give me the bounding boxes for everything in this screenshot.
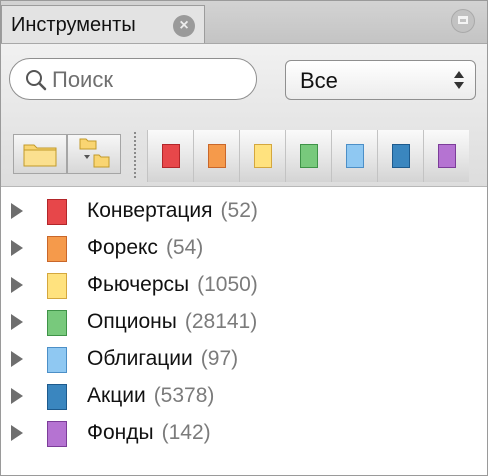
category-color-icon (392, 144, 410, 168)
category-color-icon (254, 144, 272, 168)
filter-select[interactable]: Все (285, 60, 476, 100)
folder-tree-button[interactable] (67, 134, 121, 174)
category-filter-button-3[interactable] (239, 130, 285, 182)
tree-row-count: (28141) (184, 310, 258, 333)
tree-row-forex[interactable]: Форекс (54) (1, 230, 487, 267)
tree-row-label: Фьючерсы (1050) (87, 273, 258, 296)
tree-row-count: (97) (200, 347, 239, 370)
disclosure-triangle-icon[interactable] (11, 425, 23, 441)
category-filter-button-1[interactable] (147, 130, 193, 182)
instruments-panel: Инструменты × Все (0, 0, 488, 476)
tab-title: Инструменты (11, 14, 136, 36)
folder-button[interactable] (13, 134, 67, 174)
category-color-icon (47, 310, 67, 336)
category-filter-button-2[interactable] (193, 130, 239, 182)
tree-row-count: (1050) (197, 273, 258, 296)
category-color-icon (47, 236, 67, 262)
disclosure-triangle-icon[interactable] (11, 351, 23, 367)
tree-row-label: Облигации (97) (87, 347, 239, 370)
category-color-icon (162, 144, 180, 168)
category-filter-button-7[interactable] (423, 130, 469, 182)
tree-row-funds[interactable]: Фонды (142) (1, 415, 487, 452)
category-filter-button-6[interactable] (377, 130, 423, 182)
toolbar-separator (134, 132, 136, 178)
maximize-icon[interactable] (451, 9, 475, 33)
tab-instruments[interactable]: Инструменты × (1, 5, 205, 43)
disclosure-triangle-icon[interactable] (11, 240, 23, 256)
search-input[interactable] (50, 65, 244, 95)
tree-row-label: Форекс (54) (87, 236, 204, 259)
category-color-icon (47, 421, 67, 447)
tree-row-options[interactable]: Опционы (28141) (1, 304, 487, 341)
tree-row-bonds[interactable]: Облигации (97) (1, 341, 487, 378)
disclosure-triangle-icon[interactable] (11, 314, 23, 330)
category-filter-button-4[interactable] (285, 130, 331, 182)
search-icon (26, 70, 47, 91)
tree-row-count: (5378) (153, 384, 215, 407)
disclosure-triangle-icon[interactable] (11, 203, 23, 219)
disclosure-triangle-icon[interactable] (11, 277, 23, 293)
filter-selected-value: Все (300, 68, 338, 93)
tree-row-stocks[interactable]: Акции (5378) (1, 378, 487, 415)
tree-row-count: (142) (161, 421, 211, 444)
folder-tree-icon (79, 138, 110, 168)
tree-row-label: Акции (5378) (87, 384, 215, 407)
category-color-icon (47, 384, 67, 410)
tree-row-futures[interactable]: Фьючерсы (1050) (1, 267, 487, 304)
tree-row-label: Фонды (142) (87, 421, 211, 444)
folder-icon (23, 144, 57, 167)
tree-row-label: Конвертация (52) (87, 199, 258, 222)
disclosure-triangle-icon[interactable] (11, 388, 23, 404)
select-arrows-icon (454, 71, 464, 89)
category-color-icon (346, 144, 364, 168)
category-color-icon (208, 144, 226, 168)
toolbar-area: Все (1, 44, 487, 187)
tab-strip: Инструменты × (1, 1, 487, 44)
close-icon[interactable]: × (173, 15, 195, 37)
category-color-icon (438, 144, 456, 168)
tree-row-count: (54) (165, 236, 204, 259)
tree-row-label: Опционы (28141) (87, 310, 258, 333)
tree-row-count: (52) (220, 199, 258, 222)
search-box[interactable] (9, 58, 257, 100)
category-color-icon (47, 273, 67, 299)
category-color-icon (47, 347, 67, 373)
category-color-icon (47, 199, 67, 225)
category-color-icon (300, 144, 318, 168)
category-filter-button-5[interactable] (331, 130, 377, 182)
tool-button-row (1, 124, 487, 184)
tree-row-conversion[interactable]: Конвертация (52) (1, 193, 487, 230)
